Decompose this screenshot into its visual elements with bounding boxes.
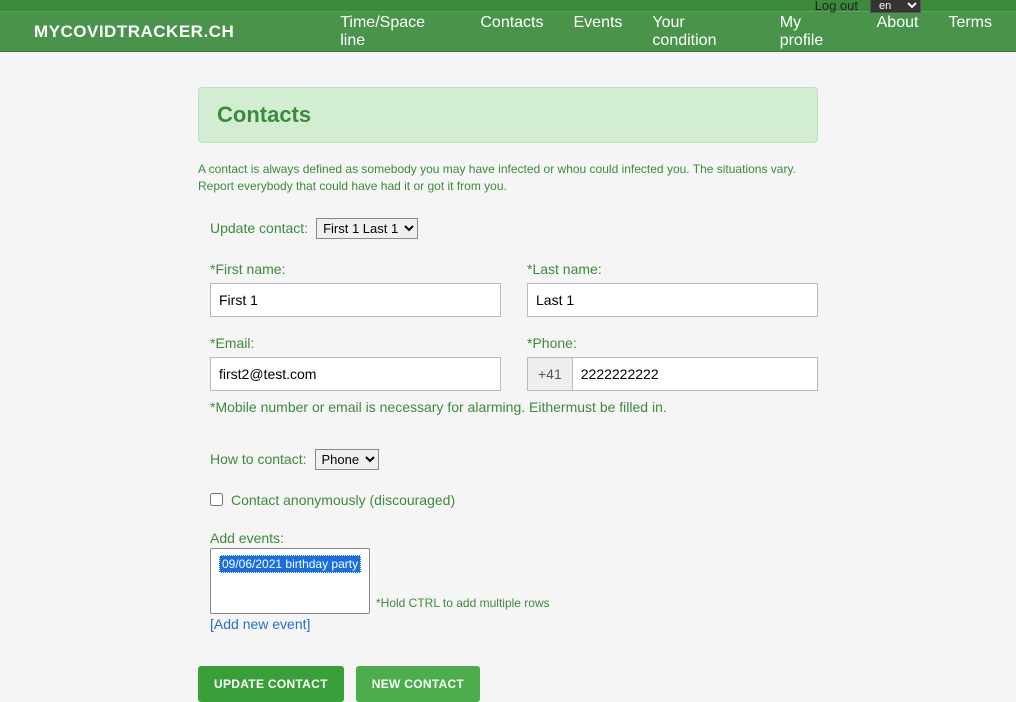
- how-to-contact-label: How to contact:: [210, 451, 307, 467]
- new-contact-button[interactable]: NEW CONTACT: [356, 666, 480, 702]
- nav-terms[interactable]: Terms: [948, 14, 992, 50]
- page-header: Contacts: [198, 87, 818, 143]
- phone-input[interactable]: [572, 357, 818, 391]
- how-to-contact-select[interactable]: Phone: [315, 449, 379, 470]
- phone-label: *Phone:: [527, 335, 818, 351]
- anonymous-label: Contact anonymously (discouraged): [231, 492, 455, 508]
- phone-prefix: +41: [527, 357, 572, 391]
- nav-links: Time/Space line Contacts Events Your con…: [340, 14, 992, 50]
- update-contact-button[interactable]: UPDATE CONTACT: [198, 666, 344, 702]
- nav-timespace[interactable]: Time/Space line: [340, 14, 450, 50]
- last-name-input[interactable]: [527, 283, 818, 317]
- first-name-input[interactable]: [210, 283, 501, 317]
- page-title: Contacts: [217, 102, 799, 128]
- event-option: 09/06/2021 birthday party: [219, 555, 361, 573]
- contact-form: Update contact: First 1 Last 1 *First na…: [198, 218, 818, 702]
- email-input[interactable]: [210, 357, 501, 391]
- first-name-label: *First name:: [210, 261, 501, 277]
- add-new-event-link[interactable]: [Add new event]: [210, 616, 310, 632]
- events-listbox[interactable]: 09/06/2021 birthday party: [210, 548, 370, 614]
- nav-condition[interactable]: Your condition: [652, 14, 749, 50]
- nav-profile[interactable]: My profile: [780, 14, 847, 50]
- nav-contacts[interactable]: Contacts: [480, 14, 543, 50]
- events-hint: *Hold CTRL to add multiple rows: [376, 596, 550, 614]
- language-select[interactable]: en: [870, 0, 921, 13]
- anonymous-checkbox[interactable]: [210, 493, 223, 506]
- email-label: *Email:: [210, 335, 501, 351]
- contact-select[interactable]: First 1 Last 1: [316, 218, 418, 239]
- add-events-label: Add events:: [210, 530, 818, 546]
- main-navbar: MYCOVIDTRACKER.CH Time/Space line Contac…: [0, 11, 1016, 52]
- brand-logo[interactable]: MYCOVIDTRACKER.CH: [34, 22, 234, 42]
- nav-about[interactable]: About: [877, 14, 919, 50]
- intro-text: A contact is always defined as somebody …: [198, 161, 818, 196]
- contact-hint: *Mobile number or email is necessary for…: [210, 399, 818, 415]
- last-name-label: *Last name:: [527, 261, 818, 277]
- update-contact-label: Update contact:: [210, 220, 308, 236]
- top-utility-bar: Log out en: [0, 0, 1016, 11]
- logout-link[interactable]: Log out: [815, 0, 858, 13]
- nav-events[interactable]: Events: [574, 14, 623, 50]
